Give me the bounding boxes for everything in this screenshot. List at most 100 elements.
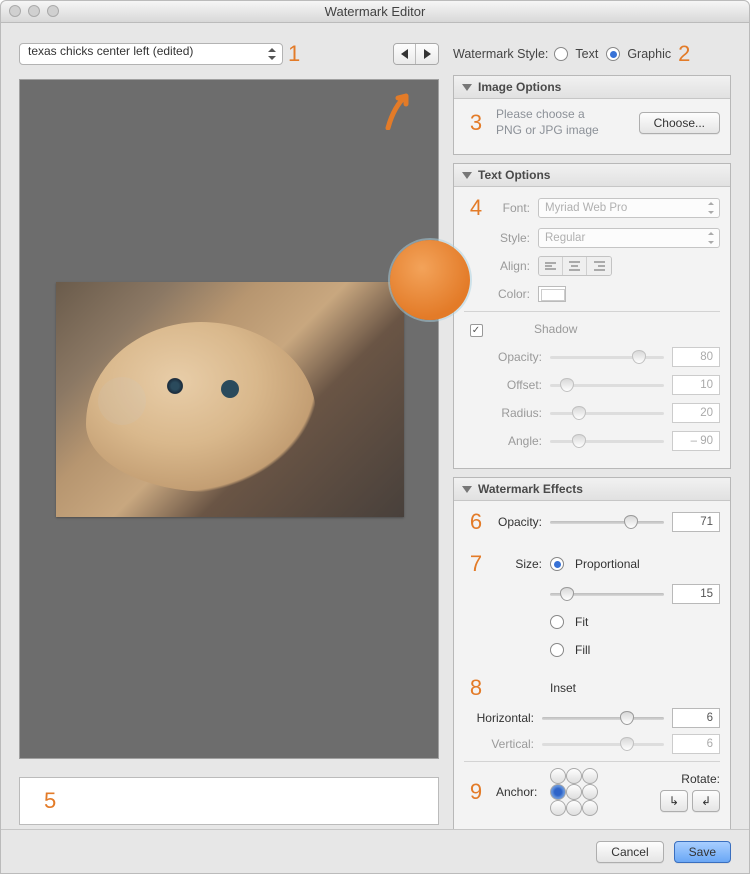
watermark-effects-header[interactable]: Watermark Effects [454, 478, 730, 501]
shadow-label: Shadow [534, 322, 577, 336]
font-select: Myriad Web Pro [538, 198, 720, 218]
watermark-editor-window: Watermark Editor texas chicks center lef… [0, 0, 750, 874]
vertical-label: Vertical: [464, 737, 534, 751]
dialog-footer: Cancel Save [1, 829, 749, 873]
inset-label: Inset [550, 681, 576, 695]
opacity-value[interactable]: 71 [672, 512, 720, 532]
cancel-button[interactable]: Cancel [596, 841, 663, 863]
anchor-mc[interactable] [566, 784, 582, 800]
annotation-8: 8 [470, 675, 482, 700]
shadow-offset-label: Offset: [496, 378, 542, 392]
style-graphic-radio[interactable] [606, 47, 620, 61]
annotation-1: 1 [288, 41, 300, 67]
fill-label: Fill [575, 643, 590, 657]
horizontal-slider[interactable] [542, 710, 664, 726]
watermark-style-label: Watermark Style: [453, 47, 548, 61]
shadow-offset-value: 10 [672, 375, 720, 395]
choose-image-button[interactable]: Choose... [639, 112, 720, 134]
anchor-tr[interactable] [582, 768, 598, 784]
disclosure-triangle-icon [462, 84, 472, 91]
image-options-header[interactable]: Image Options [454, 76, 730, 99]
rotate-label: Rotate: [660, 772, 720, 786]
fit-label: Fit [575, 615, 588, 629]
shadow-opacity-slider [550, 349, 664, 365]
opacity-label: Opacity: [496, 515, 542, 529]
align-left-button [539, 257, 563, 275]
style-graphic-label: Graphic [627, 47, 671, 61]
disclosure-triangle-icon [462, 486, 472, 493]
prev-image-button[interactable] [394, 44, 416, 64]
text-options-header[interactable]: Text Options [454, 164, 730, 187]
disclosure-triangle-icon [462, 172, 472, 179]
anchor-ml[interactable] [550, 784, 566, 800]
horizontal-value[interactable]: 6 [672, 708, 720, 728]
watermark-effects-panel: Watermark Effects 6 Opacity: 71 7 Size: [453, 477, 731, 833]
font-label: Font: [496, 201, 530, 215]
color-well [538, 286, 566, 302]
annotation-2: 2 [678, 41, 690, 67]
align-label: Align: [496, 259, 530, 273]
zoom-icon[interactable] [47, 5, 59, 17]
style-text-label: Text [575, 47, 598, 61]
vertical-slider [542, 736, 664, 752]
annotation-4: 4 [470, 195, 482, 220]
preview-area [19, 79, 439, 759]
preview-nav [393, 43, 439, 65]
watermark-effects-title: Watermark Effects [478, 482, 583, 496]
rotate-ccw-button[interactable]: ↲ [692, 790, 720, 812]
anchor-tl[interactable] [550, 768, 566, 784]
proportional-label: Proportional [575, 557, 640, 571]
size-fit-radio[interactable] [550, 615, 564, 629]
annotation-7: 7 [470, 551, 482, 576]
vertical-value: 6 [672, 734, 720, 754]
size-proportional-radio[interactable] [550, 557, 564, 571]
image-options-title: Image Options [478, 80, 561, 94]
shadow-angle-label: Angle: [496, 434, 542, 448]
preview-image [56, 282, 404, 517]
close-icon[interactable] [9, 5, 21, 17]
horizontal-label: Horizontal: [464, 711, 534, 725]
shadow-angle-slider [550, 433, 664, 449]
arrow-annotation-icon [384, 88, 414, 130]
annotation-3: 3 [470, 110, 482, 135]
shadow-angle-value: – 90 [672, 431, 720, 451]
font-style-select: Regular [538, 228, 720, 248]
shadow-radius-slider [550, 405, 664, 421]
style-text-radio[interactable] [554, 47, 568, 61]
size-fill-radio[interactable] [550, 643, 564, 657]
titlebar: Watermark Editor [1, 1, 749, 23]
text-options-title: Text Options [478, 168, 550, 182]
preset-select[interactable]: texas chicks center left (edited) [19, 43, 283, 65]
anchor-bl[interactable] [550, 800, 566, 816]
minimize-icon[interactable] [28, 5, 40, 17]
size-value[interactable]: 15 [672, 584, 720, 604]
anchor-grid[interactable] [550, 768, 598, 816]
opacity-slider[interactable] [550, 514, 664, 530]
shadow-opacity-value: 80 [672, 347, 720, 367]
window-title: Watermark Editor [1, 1, 749, 23]
watermark-overlay-1 [390, 240, 470, 320]
anchor-bc[interactable] [566, 800, 582, 816]
next-image-button[interactable] [416, 44, 438, 64]
color-label: Color: [496, 287, 530, 301]
shadow-checkbox [470, 324, 483, 337]
annotation-9: 9 [470, 779, 482, 804]
anchor-mr[interactable] [582, 784, 598, 800]
save-button[interactable]: Save [674, 841, 731, 863]
anchor-br[interactable] [582, 800, 598, 816]
align-right-button [587, 257, 611, 275]
align-center-button [563, 257, 587, 275]
chevron-left-icon [401, 49, 408, 59]
size-label: Size: [496, 557, 542, 571]
watermark-text-input[interactable]: 5 [19, 777, 439, 825]
rotate-cw-button[interactable]: ↳ [660, 790, 688, 812]
annotation-5: 5 [44, 788, 56, 814]
text-options-panel: Text Options 4 Font: Myriad Web Pro Styl… [453, 163, 731, 469]
shadow-radius-label: Radius: [496, 406, 542, 420]
shadow-radius-value: 20 [672, 403, 720, 423]
anchor-tc[interactable] [566, 768, 582, 784]
choose-image-hint: Please choose aPNG or JPG image [496, 107, 631, 138]
align-buttons [538, 256, 612, 276]
watermark-overlay-2 [98, 377, 146, 425]
size-slider[interactable] [550, 586, 664, 602]
